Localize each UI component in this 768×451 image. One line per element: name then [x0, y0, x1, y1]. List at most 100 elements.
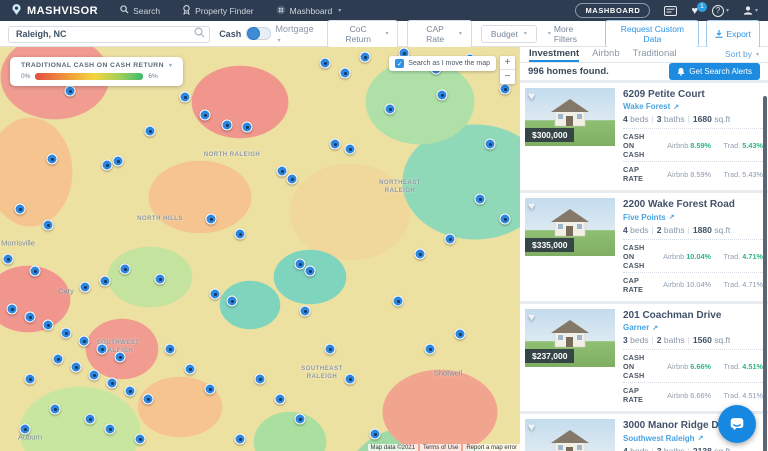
map-pin[interactable]: [325, 344, 336, 355]
report-map-error-link[interactable]: Report a map error: [463, 444, 520, 451]
map-pin[interactable]: [43, 320, 54, 331]
map-pin[interactable]: [227, 296, 238, 307]
zoom-in-button[interactable]: +: [500, 56, 515, 70]
nav-item-mashboard[interactable]: Mashboard ▾: [276, 5, 342, 17]
user-menu-icon[interactable]: ▾: [743, 5, 758, 16]
tab-traditional[interactable]: Traditional: [633, 47, 677, 62]
favorite-heart-icon[interactable]: ♥: [528, 310, 535, 324]
map-pin[interactable]: [3, 254, 14, 265]
listing-photo[interactable]: ♥ $300,000: [525, 88, 615, 146]
listing-neighborhood-link[interactable]: Five Points ↗: [623, 213, 763, 222]
listing-address[interactable]: 2200 Wake Forest Road: [623, 199, 763, 212]
filter-cap-rate[interactable]: CAP Rate▾: [407, 20, 472, 48]
map-pin[interactable]: [113, 156, 124, 167]
map-pin[interactable]: [295, 259, 306, 270]
map-pin[interactable]: [255, 374, 266, 385]
map-pin[interactable]: [71, 362, 82, 373]
map-pin[interactable]: [235, 434, 246, 445]
map-pin[interactable]: [200, 110, 211, 121]
map-pin[interactable]: [210, 289, 221, 300]
listing-card[interactable]: ♥ $237,000 201 Coachman Drive Garner ↗ 3…: [520, 304, 768, 412]
map-pin[interactable]: [155, 274, 166, 285]
map-pin[interactable]: [100, 276, 111, 287]
chat-launcher-button[interactable]: [718, 405, 756, 443]
map-pin[interactable]: [125, 386, 136, 397]
mortgage-dropdown[interactable]: Mortgage ▾: [276, 24, 318, 44]
map-pin[interactable]: [20, 424, 31, 435]
favorite-heart-icon[interactable]: ♥: [528, 199, 535, 213]
map-pin[interactable]: [25, 312, 36, 323]
map-pin[interactable]: [415, 249, 426, 260]
help-icon[interactable]: ?▾: [712, 5, 729, 17]
map-pin[interactable]: [185, 364, 196, 375]
map-pin[interactable]: [275, 394, 286, 405]
map-pin[interactable]: [25, 374, 36, 385]
map-pin[interactable]: [61, 328, 72, 339]
map-pin[interactable]: [330, 139, 341, 150]
map-pin[interactable]: [235, 229, 246, 240]
map-pin[interactable]: [242, 122, 253, 133]
map-pin[interactable]: [320, 58, 331, 69]
listing-address[interactable]: 201 Coachman Drive: [623, 310, 763, 323]
filter-budget[interactable]: Budget▾: [481, 25, 537, 43]
cash-mortgage-toggle[interactable]: [246, 27, 270, 40]
map-pin[interactable]: [43, 220, 54, 231]
map-pin[interactable]: [360, 52, 371, 63]
map-pin[interactable]: [305, 266, 316, 277]
map-pin[interactable]: [85, 414, 96, 425]
map-pin[interactable]: [287, 174, 298, 185]
map-pin[interactable]: [345, 144, 356, 155]
map-pin[interactable]: [30, 266, 41, 277]
listing-photo[interactable]: ♥ $237,000: [525, 309, 615, 367]
map-pin[interactable]: [500, 214, 511, 225]
search-as-move-checkbox[interactable]: ✓ Search as I move the map: [389, 56, 496, 71]
panel-scrollbar[interactable]: [763, 96, 767, 451]
listing-photo[interactable]: ♥ $335,000: [525, 198, 615, 256]
sort-by-dropdown[interactable]: Sort by▾: [725, 47, 759, 62]
card-list-icon[interactable]: [664, 6, 677, 16]
map-pin[interactable]: [455, 329, 466, 340]
location-search-input[interactable]: [8, 26, 210, 43]
map-pin[interactable]: [445, 234, 456, 245]
map-pin[interactable]: [80, 282, 91, 293]
map-pin[interactable]: [295, 414, 306, 425]
map-pin[interactable]: [102, 160, 113, 171]
tab-airbnb[interactable]: Airbnb: [592, 47, 619, 62]
map-pin[interactable]: [370, 429, 381, 440]
map-pin[interactable]: [277, 166, 288, 177]
export-button[interactable]: Export: [706, 20, 760, 48]
map-pin[interactable]: [79, 336, 90, 347]
map-pin[interactable]: [105, 424, 116, 435]
map-pin[interactable]: [222, 120, 233, 131]
map-pin[interactable]: [135, 434, 146, 445]
terms-of-use-link[interactable]: Terms of Use: [420, 444, 461, 451]
tab-investment[interactable]: Investment: [529, 47, 579, 62]
map-pin[interactable]: [300, 306, 311, 317]
map-pin[interactable]: [475, 194, 486, 205]
favorites-heart-icon[interactable]: ♥1: [691, 5, 698, 17]
map-pin[interactable]: [485, 139, 496, 150]
map-pin[interactable]: [437, 90, 448, 101]
map-pin[interactable]: [47, 154, 58, 165]
filter-coc-return[interactable]: CoC Return▾: [327, 20, 398, 48]
map-pin[interactable]: [205, 384, 216, 395]
map-pin[interactable]: [120, 264, 131, 275]
map-pin[interactable]: [53, 354, 64, 365]
map-pin[interactable]: [107, 378, 118, 389]
favorite-heart-icon[interactable]: ♥: [528, 89, 535, 103]
map-pin[interactable]: [145, 126, 156, 137]
map-pin[interactable]: [115, 352, 126, 363]
map-pin[interactable]: [97, 344, 108, 355]
listing-photo[interactable]: ♥ $364,900: [525, 419, 615, 451]
map-pin[interactable]: [7, 304, 18, 315]
listing-neighborhood-link[interactable]: Garner ↗: [623, 323, 763, 332]
map-pin[interactable]: [425, 344, 436, 355]
map-pin[interactable]: [500, 84, 511, 95]
nav-item-search[interactable]: Search: [120, 5, 160, 16]
map-pin[interactable]: [50, 404, 61, 415]
map[interactable]: WyattNORTH RALEIGHNORTHEAST RALEIGHNORTH…: [0, 47, 520, 451]
legend-metric-dropdown[interactable]: TRADITIONAL CASH ON CASH RETURN▾: [21, 62, 172, 69]
map-pin[interactable]: [15, 204, 26, 215]
mashvisor-logo[interactable]: MASHVISOR: [10, 3, 98, 19]
map-pin[interactable]: [345, 374, 356, 385]
